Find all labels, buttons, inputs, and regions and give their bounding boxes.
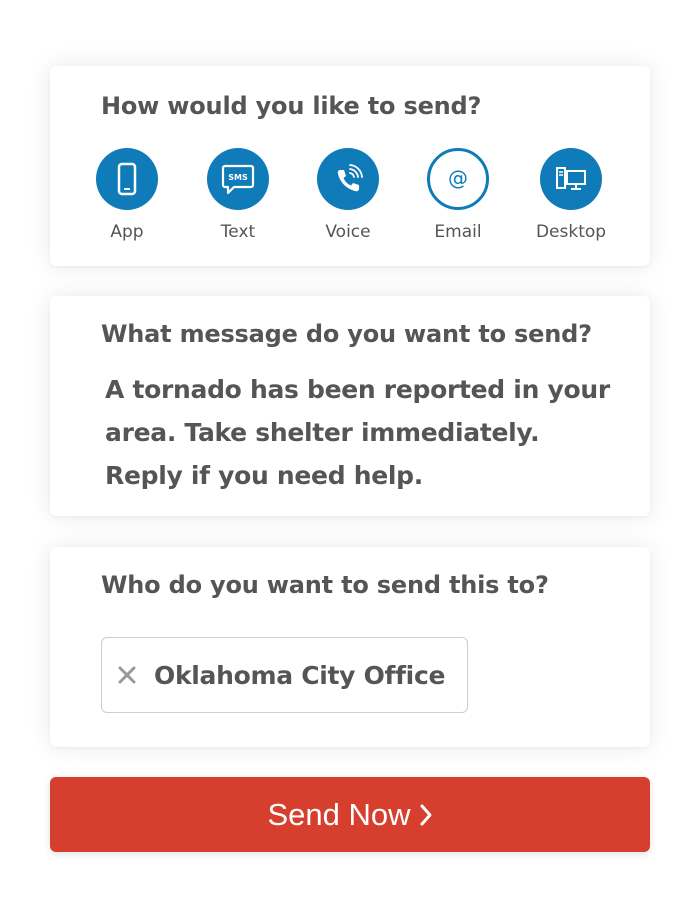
channel-app-label: App [110,222,144,242]
channel-desktop-label: Desktop [535,222,607,242]
chevron-right-icon [419,803,433,827]
send-now-button[interactable]: Send Now [50,777,650,852]
recipient-chip-label: Oklahoma City Office [154,660,446,690]
channel-selection-card: How would you like to send? App SMS Text… [50,66,650,266]
channel-email[interactable]: @ Email [408,148,508,242]
smartphone-icon [114,162,140,196]
channel-text[interactable]: SMS Text [188,148,288,242]
channel-app-button[interactable] [96,148,158,210]
at-icon-text: @ [448,166,468,190]
channel-selection-title: How would you like to send? [101,92,482,120]
channel-voice-button[interactable] [317,148,379,210]
channel-desktop[interactable]: Desktop [521,148,621,242]
channel-text-label: Text [220,222,256,242]
channel-email-button[interactable]: @ [427,148,489,210]
recipients-title: Who do you want to send this to? [101,571,549,599]
message-body[interactable]: A tornado has been reported in your area… [105,368,625,497]
recipients-card: Who do you want to send this to? Oklahom… [50,547,650,747]
desktop-computer-icon [553,163,589,195]
channel-email-label: Email [434,222,482,242]
phone-call-icon [331,162,365,196]
channel-desktop-button[interactable] [540,148,602,210]
close-icon[interactable] [116,664,138,686]
at-sign-icon: @ [443,164,473,194]
message-title: What message do you want to send? [101,320,592,348]
send-alert-page: How would you like to send? App SMS Text… [0,0,700,920]
sms-bubble-icon: SMS [220,162,256,196]
channel-voice[interactable]: Voice [298,148,398,242]
sms-icon-text: SMS [228,173,248,182]
recipient-chip: Oklahoma City Office [101,637,468,713]
message-card: What message do you want to send? A torn… [50,296,650,516]
channel-voice-label: Voice [325,222,371,242]
channel-text-button[interactable]: SMS [207,148,269,210]
channel-app[interactable]: App [77,148,177,242]
send-now-label: Send Now [267,796,411,832]
